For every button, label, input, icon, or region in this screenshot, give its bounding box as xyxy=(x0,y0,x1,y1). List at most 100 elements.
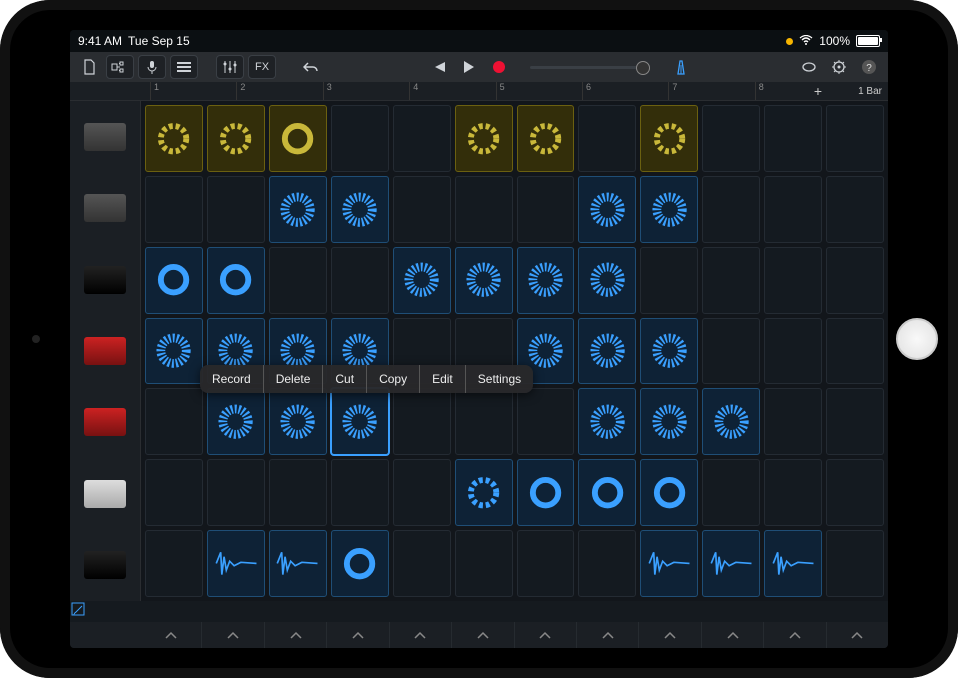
loop-cell-r2-c10[interactable] xyxy=(764,247,822,314)
ctx-copy[interactable]: Copy xyxy=(367,365,420,393)
tracks-view-button[interactable] xyxy=(170,55,198,79)
loop-cell-r5-c5[interactable] xyxy=(455,459,513,526)
track-header-keyboard-1[interactable] xyxy=(70,244,140,315)
loop-cell-r4-c0[interactable] xyxy=(145,388,203,455)
column-trigger-11[interactable] xyxy=(826,622,888,648)
column-trigger-5[interactable] xyxy=(451,622,513,648)
loop-cell-r0-c11[interactable] xyxy=(826,105,884,172)
help-button[interactable]: ? xyxy=(856,56,882,78)
record-button[interactable] xyxy=(486,56,512,78)
track-header-synth[interactable] xyxy=(70,458,140,529)
loop-cell-r2-c3[interactable] xyxy=(331,247,389,314)
loop-cell-r6-c9[interactable] xyxy=(702,530,760,597)
loop-cell-r1-c0[interactable] xyxy=(145,176,203,243)
loop-cell-r3-c0[interactable] xyxy=(145,318,203,385)
loop-cell-r5-c9[interactable] xyxy=(702,459,760,526)
loop-cell-r2-c0[interactable] xyxy=(145,247,203,314)
loop-cell-r6-c7[interactable] xyxy=(578,530,636,597)
ctx-edit[interactable]: Edit xyxy=(420,365,466,393)
loop-cell-r4-c10[interactable] xyxy=(764,388,822,455)
loop-cell-r5-c7[interactable] xyxy=(578,459,636,526)
loop-cell-r0-c6[interactable] xyxy=(517,105,575,172)
loop-cell-r0-c9[interactable] xyxy=(702,105,760,172)
loop-cell-r4-c3[interactable] xyxy=(331,388,389,455)
settings-button[interactable] xyxy=(826,56,852,78)
loop-cell-r4-c7[interactable] xyxy=(578,388,636,455)
loop-cell-r5-c0[interactable] xyxy=(145,459,203,526)
loop-cell-r3-c11[interactable] xyxy=(826,318,884,385)
loop-cell-r1-c8[interactable] xyxy=(640,176,698,243)
loop-cell-r0-c8[interactable] xyxy=(640,105,698,172)
loop-cell-r4-c2[interactable] xyxy=(269,388,327,455)
loop-cell-r6-c2[interactable] xyxy=(269,530,327,597)
loop-cell-r3-c8[interactable] xyxy=(640,318,698,385)
ctx-delete[interactable]: Delete xyxy=(264,365,324,393)
loop-cell-r6-c1[interactable] xyxy=(207,530,265,597)
loop-cell-r6-c5[interactable] xyxy=(455,530,513,597)
column-trigger-10[interactable] xyxy=(763,622,825,648)
loop-cell-r0-c7[interactable] xyxy=(578,105,636,172)
loop-cell-r6-c6[interactable] xyxy=(517,530,575,597)
column-trigger-0[interactable] xyxy=(140,622,201,648)
loop-cell-r5-c1[interactable] xyxy=(207,459,265,526)
track-header-keyboard-2[interactable] xyxy=(70,315,140,386)
loop-cell-r0-c3[interactable] xyxy=(331,105,389,172)
mic-button[interactable] xyxy=(138,55,166,79)
column-trigger-1[interactable] xyxy=(201,622,263,648)
loop-cell-r2-c4[interactable] xyxy=(393,247,451,314)
loop-cell-r2-c7[interactable] xyxy=(578,247,636,314)
my-songs-button[interactable] xyxy=(76,56,102,78)
loop-cell-r1-c6[interactable] xyxy=(517,176,575,243)
loop-cell-r4-c11[interactable] xyxy=(826,388,884,455)
home-button[interactable] xyxy=(896,318,938,360)
column-trigger-6[interactable] xyxy=(514,622,576,648)
column-trigger-9[interactable] xyxy=(701,622,763,648)
bar-length-label[interactable]: 1 Bar xyxy=(858,82,882,100)
loop-cell-r2-c5[interactable] xyxy=(455,247,513,314)
loop-cell-r1-c7[interactable] xyxy=(578,176,636,243)
track-header-turntable[interactable] xyxy=(70,530,140,601)
fx-button[interactable]: FX xyxy=(248,55,276,79)
ctx-cut[interactable]: Cut xyxy=(323,365,367,393)
loop-cell-r1-c5[interactable] xyxy=(455,176,513,243)
loop-cell-r6-c11[interactable] xyxy=(826,530,884,597)
track-header-keyboard-3[interactable] xyxy=(70,387,140,458)
loop-cell-r2-c1[interactable] xyxy=(207,247,265,314)
mixer-button[interactable] xyxy=(216,55,244,79)
loop-browser-button[interactable] xyxy=(796,56,822,78)
loop-cell-r0-c2[interactable] xyxy=(269,105,327,172)
column-trigger-2[interactable] xyxy=(264,622,326,648)
column-trigger-8[interactable] xyxy=(638,622,700,648)
loop-cell-r4-c9[interactable] xyxy=(702,388,760,455)
loop-cell-r1-c4[interactable] xyxy=(393,176,451,243)
ctx-settings[interactable]: Settings xyxy=(466,365,533,393)
loop-cell-r6-c10[interactable] xyxy=(764,530,822,597)
loop-cell-r2-c8[interactable] xyxy=(640,247,698,314)
master-volume-slider[interactable] xyxy=(530,66,650,69)
loop-cell-r1-c10[interactable] xyxy=(764,176,822,243)
loop-cell-r5-c10[interactable] xyxy=(764,459,822,526)
column-trigger-4[interactable] xyxy=(389,622,451,648)
loop-cell-r3-c7[interactable] xyxy=(578,318,636,385)
track-header-drum-machine-1[interactable] xyxy=(70,101,140,172)
loop-cell-r5-c6[interactable] xyxy=(517,459,575,526)
play-button[interactable] xyxy=(456,56,482,78)
loop-cell-r1-c1[interactable] xyxy=(207,176,265,243)
loop-cell-r5-c8[interactable] xyxy=(640,459,698,526)
browser-button[interactable] xyxy=(106,55,134,79)
loop-cell-r4-c4[interactable] xyxy=(393,388,451,455)
loop-cell-r4-c8[interactable] xyxy=(640,388,698,455)
loop-cell-r1-c2[interactable] xyxy=(269,176,327,243)
undo-button[interactable] xyxy=(298,56,324,78)
loop-cell-r1-c9[interactable] xyxy=(702,176,760,243)
loop-cell-r4-c5[interactable] xyxy=(455,388,513,455)
loop-cell-r4-c6[interactable] xyxy=(517,388,575,455)
loop-cell-r6-c8[interactable] xyxy=(640,530,698,597)
loop-cell-r0-c1[interactable] xyxy=(207,105,265,172)
loop-cell-r6-c3[interactable] xyxy=(331,530,389,597)
loop-cell-r3-c9[interactable] xyxy=(702,318,760,385)
metronome-button[interactable] xyxy=(668,56,694,78)
loop-cell-r1-c3[interactable] xyxy=(331,176,389,243)
column-trigger-3[interactable] xyxy=(326,622,388,648)
loop-cell-r5-c3[interactable] xyxy=(331,459,389,526)
